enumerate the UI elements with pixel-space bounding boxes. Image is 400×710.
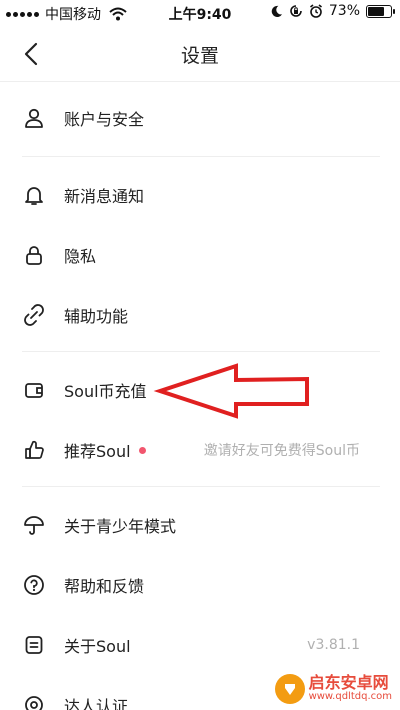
link-icon bbox=[22, 303, 46, 327]
menu-item-label: 关于Soul bbox=[64, 637, 131, 656]
menu-item-teen-mode[interactable]: 关于青少年模式 bbox=[0, 495, 400, 555]
watermark-logo-icon bbox=[274, 674, 305, 704]
menu-item-label: 推荐Soul bbox=[64, 438, 146, 462]
menu-item-about[interactable]: 关于Soul v3.81.1 bbox=[0, 615, 400, 675]
bell-icon bbox=[22, 183, 46, 207]
page-title: 设置 bbox=[180, 45, 219, 67]
menu-item-label: 账户与安全 bbox=[64, 110, 145, 129]
battery-percent: 73% bbox=[328, 3, 360, 19]
menu-item-label: 辅助功能 bbox=[64, 307, 129, 326]
thumbs-up-icon bbox=[22, 438, 46, 462]
watermark-text: 启东安卓网 www.qdltdq.com bbox=[309, 675, 392, 702]
section-divider bbox=[22, 486, 380, 487]
umbrella-icon bbox=[22, 513, 46, 537]
menu-item-label: Soul币充值 bbox=[64, 382, 147, 401]
lock-icon bbox=[22, 243, 46, 267]
status-bar: 中国移动 上午9:40 73% bbox=[0, 0, 400, 26]
recommend-hint: 邀请好友可免费得Soul币 bbox=[203, 443, 360, 459]
menu-item-label: 隐私 bbox=[64, 247, 97, 266]
menu-item-notifications[interactable]: 新消息通知 bbox=[0, 165, 400, 225]
section-divider bbox=[22, 351, 380, 352]
section-divider bbox=[22, 156, 380, 157]
recommend-label-text: 推荐Soul bbox=[64, 442, 131, 461]
menu-item-label: 达人认证 bbox=[64, 697, 129, 710]
help-circle-icon bbox=[22, 573, 46, 597]
battery-icon bbox=[366, 4, 395, 18]
badge-icon bbox=[22, 693, 46, 710]
menu-item-help-feedback[interactable]: 帮助和反馈 bbox=[0, 555, 400, 615]
menu-item-account-security[interactable]: 账户与安全 bbox=[0, 88, 400, 148]
settings-menu: 账户与安全 新消息通知 隐私 辅助功能 Soul币充值 推荐Soul 邀请好友可… bbox=[0, 82, 400, 710]
user-icon bbox=[22, 106, 46, 130]
menu-item-label: 帮助和反馈 bbox=[64, 577, 145, 596]
notification-dot bbox=[138, 447, 146, 454]
watermark: 启东安卓网 www.qdltdq.com bbox=[274, 674, 392, 704]
version-label: v3.81.1 bbox=[307, 637, 360, 653]
alarm-icon bbox=[309, 4, 322, 18]
menu-item-recommend[interactable]: 推荐Soul 邀请好友可免费得Soul币 bbox=[0, 420, 400, 480]
status-right: 73% bbox=[270, 3, 395, 19]
nav-bar: 设置 bbox=[0, 26, 400, 82]
rotation-lock-icon bbox=[290, 5, 302, 17]
menu-item-label: 关于青少年模式 bbox=[64, 517, 177, 536]
moon-icon bbox=[271, 5, 282, 17]
wallet-icon bbox=[22, 378, 46, 402]
menu-item-privacy[interactable]: 隐私 bbox=[0, 225, 400, 285]
document-icon bbox=[22, 633, 46, 657]
battery-fill bbox=[368, 6, 385, 16]
menu-item-accessibility[interactable]: 辅助功能 bbox=[0, 285, 400, 345]
menu-item-recharge[interactable]: Soul币充值 bbox=[0, 360, 400, 420]
menu-item-label: 新消息通知 bbox=[64, 187, 145, 206]
watermark-title: 启东安卓网 bbox=[308, 673, 389, 693]
watermark-url: www.qdltdq.com bbox=[308, 691, 392, 703]
